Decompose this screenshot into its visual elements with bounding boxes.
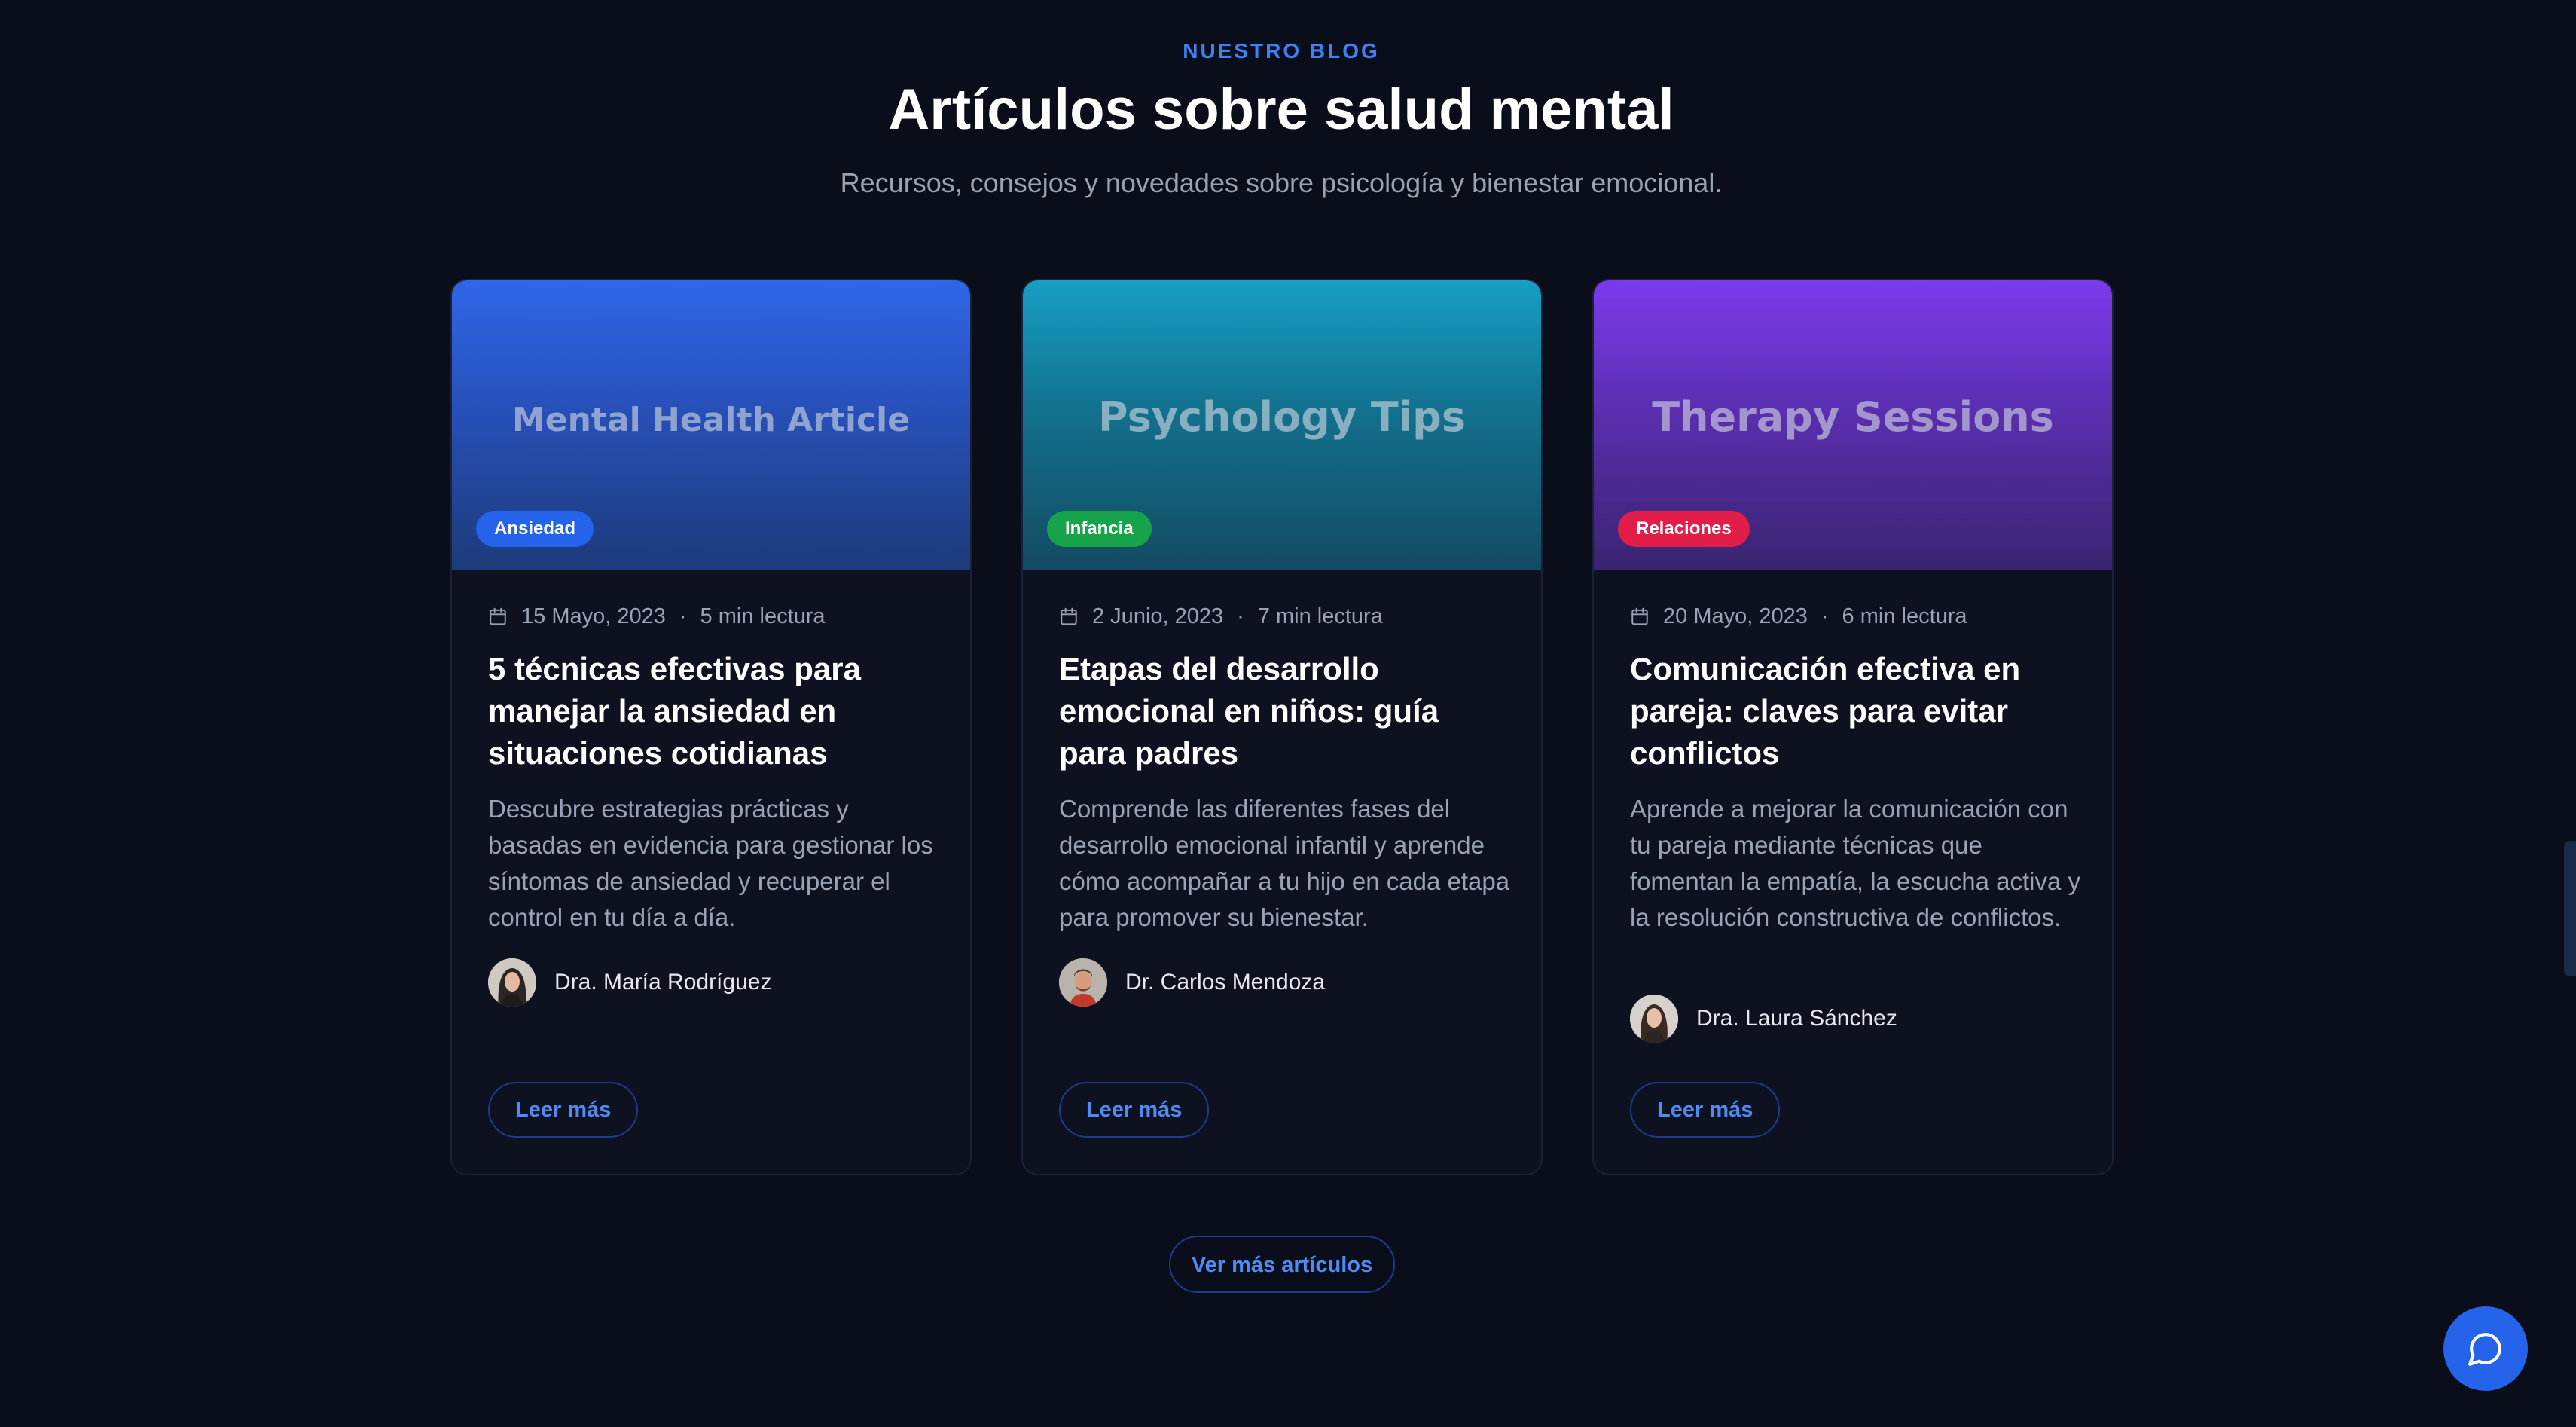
meta-separator: · — [679, 603, 687, 628]
article-meta: 20 Mayo, 2023 · 6 min lectura — [1630, 601, 1967, 631]
article-excerpt: Aprende a mejorar la comunicación con tu… — [1630, 795, 2080, 931]
read-time: 7 min lectura — [1257, 603, 1383, 628]
article-meta: 15 Mayo, 2023 · 5 min lectura — [488, 601, 826, 631]
avatar — [488, 958, 536, 1007]
article-date: 20 Mayo, 2023 — [1663, 603, 1808, 628]
article-meta: 2 Junio, 2023 · 7 min lectura — [1059, 601, 1383, 631]
blog-section: NUESTRO BLOG Artículos sobre salud menta… — [0, 0, 2576, 1427]
section-subtitle: Recursos, consejos y novedades sobre psi… — [840, 167, 1723, 198]
chat-bubble-icon — [2468, 1333, 2501, 1366]
article-image[interactable]: Therapy Sessions Relaciones — [1594, 280, 2112, 570]
article-image[interactable]: Mental Health Article Ansiedad — [452, 280, 970, 570]
read-more-button[interactable]: Leer más — [1630, 1082, 1781, 1138]
meta-separator: · — [1237, 603, 1244, 628]
article-date: 2 Junio, 2023 — [1092, 603, 1224, 628]
calendar-icon — [490, 607, 506, 625]
article-author: Dra. María Rodríguez — [488, 958, 771, 1007]
section-title: Artículos sobre salud mental — [888, 78, 1674, 142]
calendar-icon — [1061, 607, 1077, 625]
article-title[interactable]: Comunicación efectiva en pareja: claves … — [1630, 648, 2082, 775]
article-excerpt: Comprende las diferentes fases del desar… — [1059, 795, 1510, 931]
view-more-articles-button[interactable]: Ver más artículos — [1169, 1236, 1395, 1293]
category-badge: Relaciones — [1618, 511, 1750, 547]
article-grid: Mental Health Article Ansiedad 15 Mayo, … — [450, 279, 2114, 1175]
avatar — [1059, 958, 1107, 1007]
scrollbar-thumb[interactable] — [2564, 841, 2576, 976]
read-more-button[interactable]: Leer más — [1059, 1082, 1210, 1138]
category-badge: Infancia — [1047, 511, 1152, 547]
author-name: Dra. Laura Sánchez — [1696, 1006, 1897, 1031]
chat-button[interactable] — [2443, 1306, 2528, 1391]
article-image-caption: Mental Health Article — [511, 401, 911, 439]
read-more-button[interactable]: Leer más — [488, 1082, 639, 1138]
calendar-icon — [1631, 607, 1648, 625]
article-image-caption: Therapy Sessions — [1652, 393, 2054, 441]
article-card[interactable]: Mental Health Article Ansiedad 15 Mayo, … — [450, 279, 972, 1175]
article-image-caption: Psychology Tips — [1098, 393, 1466, 441]
article-title[interactable]: 5 técnicas efectivas para manejar la ans… — [488, 648, 940, 775]
article-date: 15 Mayo, 2023 — [521, 603, 666, 628]
article-image[interactable]: Psychology Tips Infancia — [1023, 280, 1541, 570]
meta-separator: · — [1821, 603, 1829, 628]
article-author: Dr. Carlos Mendoza — [1059, 958, 1325, 1007]
read-time: 6 min lectura — [1842, 603, 1967, 628]
read-time: 5 min lectura — [700, 603, 826, 628]
article-excerpt: Descubre estrategias prácticas y basadas… — [488, 795, 933, 931]
author-name: Dra. María Rodríguez — [554, 970, 772, 995]
article-card[interactable]: Psychology Tips Infancia 2 Junio, 2023 ·… — [1021, 279, 1543, 1175]
article-card[interactable]: Therapy Sessions Relaciones 20 Mayo, 202… — [1592, 279, 2114, 1175]
section-eyebrow: NUESTRO BLOG — [1183, 39, 1380, 63]
article-author: Dra. Laura Sánchez — [1630, 995, 1897, 1043]
article-title[interactable]: Etapas del desarrollo emocional en niños… — [1059, 648, 1511, 775]
category-badge: Ansiedad — [476, 511, 594, 547]
avatar — [1630, 995, 1678, 1043]
author-name: Dr. Carlos Mendoza — [1125, 970, 1326, 995]
